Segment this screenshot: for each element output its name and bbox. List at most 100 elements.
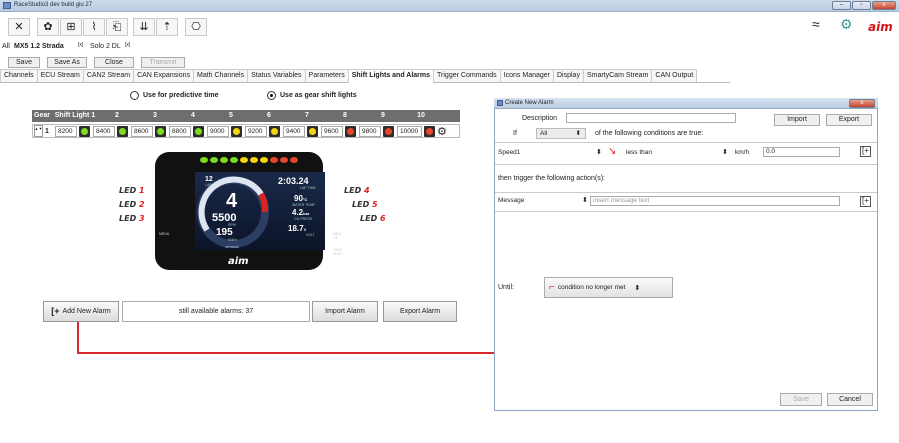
save-as-button[interactable]: Save As — [47, 57, 87, 68]
shift-rpm-input-8[interactable]: 9600 — [321, 125, 343, 137]
export-alarm-button[interactable]: Export Alarm — [383, 301, 457, 322]
config-active-tab[interactable]: MX5 1.2 Strada — [14, 43, 64, 50]
save-button[interactable]: Save — [8, 57, 40, 68]
if-mode-select[interactable]: All ⬍ — [536, 128, 586, 139]
shift-led-icon-9[interactable] — [383, 125, 394, 137]
action-type-value[interactable]: Message — [498, 197, 524, 204]
shift-header-0: Gear — [34, 112, 50, 119]
dialog-close-button[interactable]: x — [849, 99, 875, 108]
gear-flower-icon[interactable]: ✿ — [37, 18, 59, 36]
config-other-tab[interactable]: Solo 2 DL — [90, 43, 121, 50]
shift-rpm-input-3[interactable]: 8600 — [131, 125, 153, 137]
dash-volt-unit: V — [303, 227, 307, 232]
grid-icon[interactable]: ⊞ — [60, 18, 82, 36]
dash-led-7 — [260, 157, 268, 163]
chart-icon[interactable]: ⌇ — [83, 18, 105, 36]
message-placeholder: insert message text — [593, 197, 650, 204]
close-button[interactable]: Close — [94, 57, 134, 68]
shift-table-row: ▲▼ 1 8200 8400 8600 8800 9000 9200 9400 9600 9800 1… — [32, 124, 460, 138]
tab-can-expansions[interactable]: CAN Expansions — [133, 69, 194, 82]
shift-rpm-input-2[interactable]: 8400 — [93, 125, 115, 137]
shift-led-icon-10[interactable] — [424, 125, 435, 137]
add-new-alarm-button[interactable]: [+ Add New Alarm — [43, 301, 119, 322]
led-5-label: LED 5 — [352, 200, 378, 209]
add-action-button[interactable]: [+ — [860, 196, 871, 207]
plug-icon[interactable]: ⇡ — [156, 18, 178, 36]
dash-led-5 — [240, 157, 248, 163]
shift-light-cell-4: 8800 — [169, 125, 207, 137]
tab-ecu-stream[interactable]: ECU Stream — [36, 69, 84, 82]
condition-value-input[interactable]: 0.0 — [763, 147, 840, 157]
condition-operator-arrow-icon[interactable]: ⬍ — [722, 148, 728, 156]
shift-rpm-input-4[interactable]: 8800 — [169, 125, 191, 137]
dialog-import-button[interactable]: Import — [774, 114, 820, 126]
maximize-button[interactable]: ▫ — [852, 1, 871, 10]
gear-shift-radio[interactable]: Use as gear shift lights — [267, 91, 357, 100]
until-icon: ⌐ — [549, 282, 555, 293]
config-other-close[interactable]: [x] — [125, 42, 130, 48]
export-icon[interactable]: ⎗ — [106, 18, 128, 36]
shift-light-cell-1: 8200 — [55, 125, 93, 137]
shift-header-10: 10 — [417, 112, 425, 119]
shift-led-icon-3[interactable] — [155, 125, 166, 137]
shift-light-cell-2: 8400 — [93, 125, 131, 137]
condition-channel-arrow-icon[interactable]: ⬍ — [596, 148, 602, 156]
tab-can-output[interactable]: CAN Output — [651, 69, 698, 82]
tab-display[interactable]: Display — [553, 69, 584, 82]
shift-rpm-input-5[interactable]: 9000 — [207, 125, 229, 137]
shift-rpm-input-9[interactable]: 9800 — [359, 125, 381, 137]
radio-checked[interactable] — [267, 91, 276, 100]
wrench-icon[interactable]: ✕ — [8, 18, 30, 36]
action-type-arrow-icon[interactable]: ⬍ — [582, 196, 588, 204]
shift-rpm-input-1[interactable]: 8200 — [55, 125, 77, 137]
shift-rpm-input-6[interactable]: 9200 — [245, 125, 267, 137]
dialog-export-button[interactable]: Export — [826, 114, 872, 126]
description-input[interactable] — [566, 113, 736, 123]
tab-status-variables[interactable]: Status Variables — [247, 69, 306, 82]
config-active-close[interactable]: [x] — [78, 42, 83, 48]
shift-led-icon-1[interactable] — [79, 125, 90, 137]
import-alarm-button[interactable]: Import Alarm — [312, 301, 378, 322]
shift-rpm-input-7[interactable]: 9400 — [283, 125, 305, 137]
condition-operator-value[interactable]: less than — [626, 149, 652, 156]
minimize-button[interactable]: ‒ — [832, 1, 851, 10]
settings-icon[interactable]: ⚙ — [840, 16, 853, 33]
add-condition-button[interactable]: [+ — [860, 146, 871, 157]
dash-options-label: OPTIONS — [225, 245, 239, 249]
shift-led-icon-7[interactable] — [307, 125, 318, 137]
tab-trigger-commands[interactable]: Trigger Commands — [433, 69, 501, 82]
until-select[interactable]: ⌐ condition no longer met ⬍ — [544, 277, 673, 298]
dash-led-1 — [200, 157, 208, 163]
tab-can2-stream[interactable]: CAN2 Stream — [82, 69, 135, 82]
close-window-button[interactable]: x — [872, 1, 896, 10]
gear-stepper[interactable]: ▲▼ — [34, 125, 43, 137]
wifi-icon[interactable]: ≈ — [812, 16, 820, 32]
shift-led-icon-6[interactable] — [269, 125, 280, 137]
tab-smartycam-stream[interactable]: SmartyCam Stream — [582, 69, 653, 82]
shift-led-icon-2[interactable] — [117, 125, 128, 137]
tab-parameters[interactable]: Parameters — [304, 69, 349, 82]
dialog-save-button[interactable]: Save — [780, 393, 822, 406]
dash-lap-label: LAP — [205, 183, 212, 187]
shift-settings-gear-icon[interactable]: ⚙ — [437, 125, 447, 138]
tab-channels[interactable]: Channels — [0, 69, 38, 82]
condition-channel-select[interactable]: Speed1 — [498, 148, 608, 159]
condition-channel-value: Speed1 — [498, 149, 521, 156]
ruler-icon[interactable]: ⎔ — [185, 18, 207, 36]
tab-math-channels[interactable]: Math Channels — [192, 69, 249, 82]
shift-header-9: 9 — [381, 112, 385, 119]
config-all[interactable]: All — [2, 43, 10, 50]
shift-led-icon-4[interactable] — [193, 125, 204, 137]
shift-led-icon-5[interactable] — [231, 125, 242, 137]
radio-unchecked[interactable] — [130, 91, 139, 100]
predictive-time-radio[interactable]: Use for predictive time — [130, 91, 218, 100]
download-icon[interactable]: ⇊ — [133, 18, 155, 36]
dialog-cancel-button[interactable]: Cancel — [827, 393, 873, 406]
shift-rpm-input-10[interactable]: 10000 — [397, 125, 422, 137]
transmit-button[interactable]: Transmit — [141, 57, 185, 68]
message-input[interactable]: insert message text — [590, 196, 840, 206]
tab-icons-manager[interactable]: Icons Manager — [499, 69, 554, 82]
shift-led-icon-8[interactable] — [345, 125, 356, 137]
dialog-title: Create New Alarm — [505, 100, 554, 106]
tab-shift-lights-and-alarms[interactable]: Shift Lights and Alarms — [347, 69, 435, 83]
